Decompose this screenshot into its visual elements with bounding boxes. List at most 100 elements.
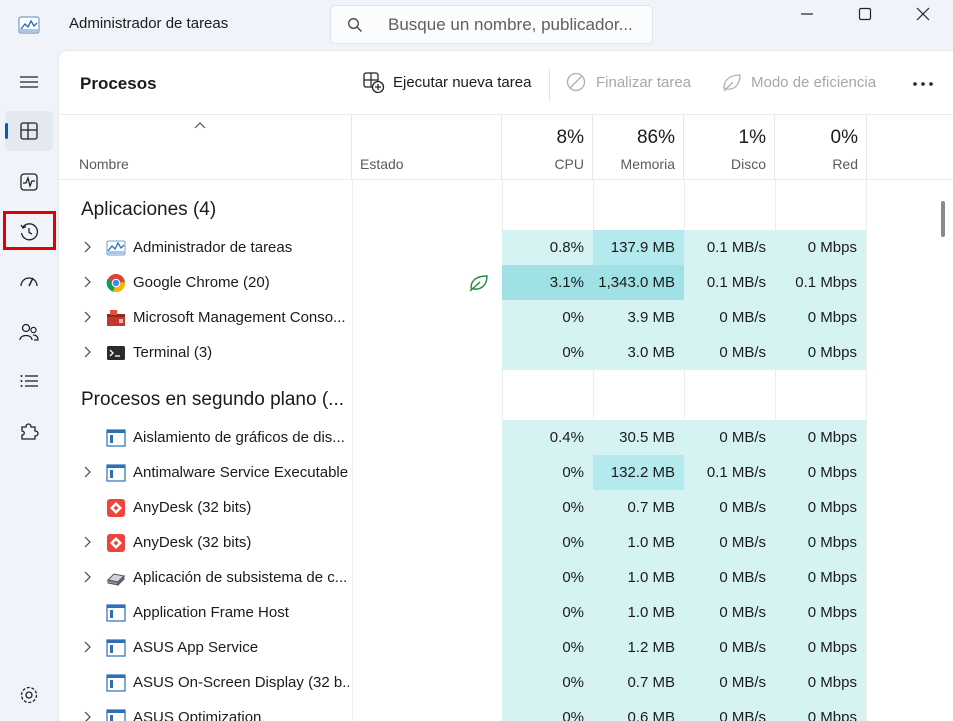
process-row[interactable]: Aislamiento de gráficos de dis... 0.4% 30.… (59, 420, 867, 455)
memory-cell: 1,343.0 MB (593, 265, 684, 300)
sort-ascending-icon (194, 122, 206, 129)
efficiency-mode-label: Modo de eficiencia (751, 74, 877, 91)
nav-users[interactable] (5, 312, 53, 352)
disk-total-percent: 1% (738, 127, 766, 148)
run-new-task-label: Ejecutar nueva tarea (393, 74, 532, 91)
command-bar: Procesos Ejecutar nueva tarea Finalizar … (59, 51, 953, 115)
more-options-button[interactable] (911, 70, 941, 98)
end-task-button[interactable]: Finalizar tarea (566, 70, 696, 98)
col-header-network[interactable]: 0% Red (775, 115, 867, 179)
process-row[interactable]: AnyDesk (32 bits) 0% 0.7 MB 0 MB/s 0 Mbps (59, 490, 867, 525)
process-row[interactable]: Google Chrome (20) 3.1% 1,343.0 MB 0.1 MB/s… (59, 265, 867, 300)
run-new-task-icon (363, 72, 385, 94)
close-icon (916, 7, 930, 21)
col-header-name[interactable]: Nombre (59, 115, 352, 179)
maximize-icon (858, 7, 872, 21)
process-name: Application Frame Host (133, 604, 289, 621)
search-placeholder: Busque un nombre, publicador... (388, 15, 633, 34)
col-name-label: Nombre (79, 156, 129, 172)
network-cell: 0.1 Mbps (775, 265, 866, 300)
cpu-cell: 0% (502, 525, 593, 560)
disk-cell: 0 MB/s (684, 700, 775, 721)
network-cell: 0 Mbps (775, 525, 866, 560)
cpu-cell: 0% (502, 490, 593, 525)
disk-cell: 0 MB/s (684, 560, 775, 595)
process-row[interactable]: ASUS App Service 0% 1.2 MB 0 MB/s 0 Mbps (59, 630, 867, 665)
disk-cell: 0 MB/s (684, 595, 775, 630)
nav-settings[interactable] (5, 675, 53, 715)
process-row[interactable]: ASUS Optimization 0% 0.6 MB 0 MB/s 0 Mbps (59, 700, 867, 721)
process-name: AnyDesk (32 bits) (133, 534, 252, 551)
highlight-annotation-box (3, 211, 56, 250)
hamburger-menu-icon (20, 76, 38, 88)
minimize-button[interactable] (779, 0, 837, 30)
process-name: AnyDesk (32 bits) (133, 499, 252, 516)
col-header-cpu[interactable]: 8% CPU (502, 115, 593, 179)
memory-cell: 1.0 MB (593, 560, 684, 595)
process-name: Aplicación de subsistema de c... (133, 569, 348, 586)
chevron-right-icon[interactable] (83, 711, 93, 721)
chevron-right-icon[interactable] (83, 466, 93, 478)
network-cell: 0 Mbps (775, 490, 866, 525)
nav-services[interactable] (5, 411, 53, 451)
column-header-row: Nombre Estado 8% CPU 86% Memoria 1% Disc… (59, 115, 953, 180)
run-new-task-button[interactable]: Ejecutar nueva tarea (363, 70, 543, 98)
chevron-right-icon[interactable] (83, 241, 93, 253)
chevron-right-icon[interactable] (83, 346, 93, 358)
nav-performance[interactable] (5, 162, 53, 202)
cpu-total-percent: 8% (556, 127, 584, 148)
search-box[interactable]: Busque un nombre, publicador... (330, 5, 653, 44)
col-header-memory[interactable]: 86% Memoria (593, 115, 684, 179)
process-name: Google Chrome (20) (133, 274, 270, 291)
efficiency-mode-button[interactable]: Modo de eficiencia (721, 70, 891, 98)
memory-cell: 1.0 MB (593, 595, 684, 630)
process-row[interactable]: Application Frame Host 0% 1.0 MB 0 MB/s 0 Mb… (59, 595, 867, 630)
processes-icon (20, 122, 38, 140)
cpu-cell: 0% (502, 455, 593, 490)
memory-cell: 0.6 MB (593, 700, 684, 721)
service-window-icon (106, 428, 126, 448)
users-icon (19, 323, 39, 341)
process-row[interactable]: Administrador de tareas 0.8% 137.9 MB 0.1 M… (59, 230, 867, 265)
maximize-button[interactable] (837, 0, 895, 30)
disk-cell: 0 MB/s (684, 420, 775, 455)
memory-cell: 137.9 MB (593, 230, 684, 265)
network-cell: 0 Mbps (775, 420, 866, 455)
chevron-right-icon[interactable] (83, 641, 93, 653)
process-row[interactable]: Microsoft Management Conso... 0% 3.9 MB 0 M… (59, 300, 867, 335)
chevron-right-icon[interactable] (83, 536, 93, 548)
network-cell: 0 Mbps (775, 230, 866, 265)
memory-cell: 132.2 MB (593, 455, 684, 490)
col-header-status[interactable]: Estado (352, 115, 502, 179)
minimize-icon (801, 13, 813, 15)
terminal-icon (106, 343, 126, 363)
nav-processes[interactable] (5, 111, 53, 151)
chevron-right-icon[interactable] (83, 311, 93, 323)
end-task-label: Finalizar tarea (596, 74, 692, 91)
process-row[interactable]: Antimalware Service Executable 0% 132.2 MB… (59, 455, 867, 490)
nav-menu-button[interactable] (5, 62, 53, 102)
col-header-disk[interactable]: 1% Disco (684, 115, 775, 179)
vertical-scrollbar-thumb[interactable] (941, 201, 945, 237)
process-row[interactable]: Terminal (3) 0% 3.0 MB 0 MB/s 0 Mbps (59, 335, 867, 370)
close-button[interactable] (895, 0, 953, 30)
process-name: Terminal (3) (133, 344, 213, 361)
col-network-label: Red (832, 156, 858, 172)
chevron-right-icon[interactable] (83, 571, 93, 583)
process-name: ASUS On-Screen Display (32 b... (133, 674, 349, 691)
cpu-cell: 0.4% (502, 420, 593, 455)
anydesk-icon (106, 498, 126, 518)
chevron-right-icon[interactable] (83, 276, 93, 288)
page-title: Procesos (80, 74, 157, 93)
process-row[interactable]: ASUS On-Screen Display (32 b... 0% 0.7 MB 0… (59, 665, 867, 700)
process-row[interactable]: Aplicación de subsistema de c... 0% 1.0 MB… (59, 560, 867, 595)
process-row[interactable]: AnyDesk (32 bits) 0% 1.0 MB 0 MB/s 0 Mbps (59, 525, 867, 560)
network-cell: 0 Mbps (775, 630, 866, 665)
process-name: ASUS Optimization (133, 709, 262, 721)
disk-cell: 0.1 MB/s (684, 230, 775, 265)
process-name: Administrador de tareas (133, 239, 293, 256)
memory-cell: 30.5 MB (593, 420, 684, 455)
memory-cell: 3.0 MB (593, 335, 684, 370)
nav-details[interactable] (5, 361, 53, 401)
nav-startup-apps[interactable] (5, 262, 53, 302)
